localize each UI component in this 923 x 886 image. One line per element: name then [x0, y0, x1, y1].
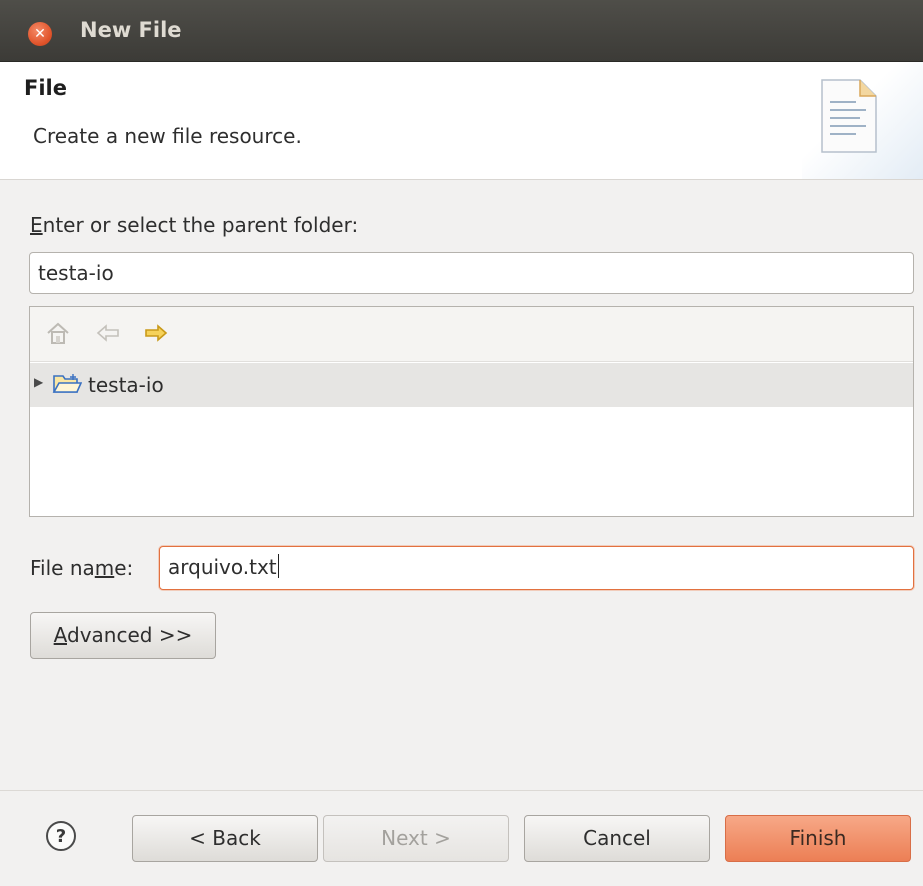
forward-arrow-icon[interactable] [142, 319, 170, 347]
finish-button[interactable]: Finish [725, 815, 911, 862]
window-titlebar: ✕ New File [0, 0, 923, 62]
page-description: Create a new file resource. [33, 124, 302, 148]
close-icon[interactable]: ✕ [28, 22, 52, 46]
button-bar-divider [0, 790, 923, 791]
document-icon [821, 79, 877, 153]
page-title: File [24, 76, 67, 100]
file-name-label: File name: [30, 556, 134, 580]
parent-folder-label: Enter or select the parent folder: [30, 213, 359, 237]
open-folder-icon [52, 374, 82, 393]
window-title: New File [80, 18, 182, 42]
tree-toolbar [30, 307, 913, 362]
next-button[interactable]: Next > [323, 815, 509, 862]
advanced-button[interactable]: Advanced >> [30, 612, 216, 659]
header-banner [802, 62, 923, 179]
folder-tree[interactable]: ▶ testa-io [29, 306, 914, 517]
text-caret [277, 554, 279, 578]
file-name-input[interactable]: arquivo.txt [159, 546, 914, 590]
cancel-button[interactable]: Cancel [524, 815, 710, 862]
file-name-value: arquivo.txt [168, 555, 277, 579]
back-arrow-icon[interactable] [94, 319, 122, 347]
svg-text:?: ? [56, 826, 66, 847]
back-button[interactable]: < Back [132, 815, 318, 862]
parent-folder-input[interactable]: testa-io [29, 252, 914, 294]
home-icon[interactable] [44, 319, 72, 347]
help-icon[interactable]: ? [45, 820, 77, 852]
wizard-header: File Create a new file resource. [0, 62, 923, 180]
tree-item-label: testa-io [88, 373, 164, 397]
expand-arrow-icon[interactable]: ▶ [34, 375, 43, 389]
tree-item[interactable]: ▶ testa-io [30, 363, 913, 407]
